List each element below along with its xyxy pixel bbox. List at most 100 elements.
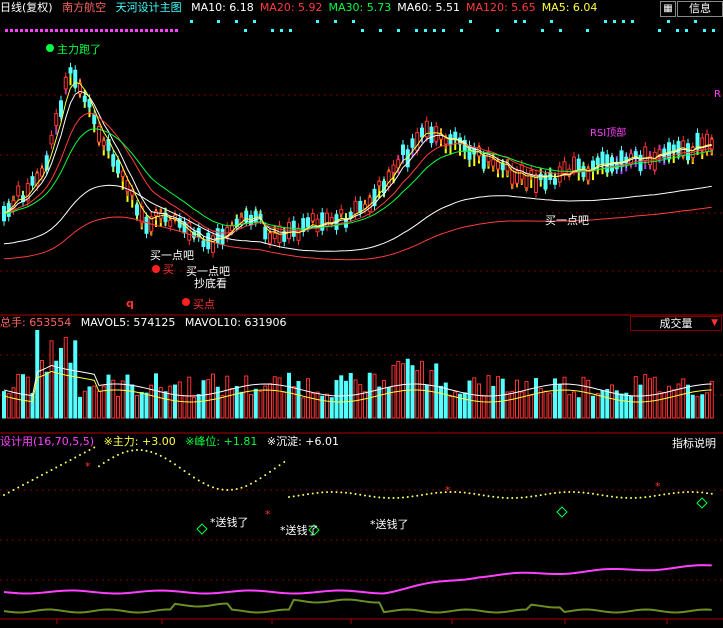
indicator-dot — [473, 492, 476, 495]
indicator-dot — [41, 474, 43, 476]
candle — [377, 180, 382, 187]
indicator-dot — [240, 486, 243, 489]
indicator-explain-button[interactable]: 指标说明 — [672, 435, 716, 451]
signal-dot — [559, 29, 562, 32]
candle — [443, 137, 448, 145]
annotation-send-money: *送钱了 — [210, 516, 249, 529]
candle — [429, 126, 434, 143]
signal-dot — [442, 29, 445, 32]
indicator-dot — [235, 488, 238, 491]
volume-bar — [287, 372, 291, 419]
volume-bar — [681, 378, 686, 419]
candle — [211, 235, 215, 253]
signal-dot — [550, 20, 553, 23]
stock-name: 南方航空 — [62, 1, 107, 14]
indicator-dot — [653, 494, 656, 497]
volume-bar — [306, 378, 310, 419]
volume-bar — [320, 395, 325, 419]
period-label[interactable]: 日线(复权) — [0, 1, 53, 14]
indicator-dot — [349, 492, 352, 495]
indicator-dot — [592, 492, 594, 495]
candle — [339, 209, 344, 215]
indicator-dot — [492, 495, 495, 498]
indicator-dot — [535, 494, 537, 497]
diamond-marker — [556, 506, 568, 518]
volume-bar — [163, 391, 168, 419]
indicator-dot — [302, 493, 305, 496]
volume-bar — [116, 396, 120, 419]
ma-legend-item: MA5: 6.04 — [541, 1, 598, 14]
volume-bar — [211, 373, 215, 419]
volume-bar — [515, 379, 519, 419]
indicator-dot — [630, 496, 632, 499]
volume-bar — [562, 376, 567, 419]
volume-selector-label: 成交量 — [659, 317, 693, 330]
indicator-dot — [22, 484, 24, 486]
volume-bar — [581, 376, 586, 419]
indicator-dot — [145, 449, 148, 452]
signal-dot — [130, 29, 133, 32]
volume-bar — [510, 390, 515, 419]
peak-value: ※峰位: +1.81 — [185, 435, 258, 448]
indicator-dot — [549, 492, 552, 495]
volume-bar — [700, 394, 705, 419]
volume-bar — [367, 372, 372, 419]
signal-dot — [140, 29, 143, 32]
volume-bar — [206, 379, 211, 419]
volume-bar — [633, 376, 638, 419]
volume-selector[interactable]: 成交量 ▼ — [630, 316, 722, 331]
volume-bar — [187, 376, 192, 419]
candle — [63, 76, 68, 90]
signal-dot — [170, 29, 173, 32]
indicator-dot — [231, 488, 233, 491]
candle — [116, 160, 120, 174]
volume-bar — [686, 384, 690, 419]
indicator-dot — [387, 496, 390, 499]
indicator-dot — [311, 492, 314, 495]
volume-bar — [453, 391, 458, 419]
statistics-icon[interactable]: ▦ — [660, 1, 676, 17]
volume-bar — [709, 380, 714, 419]
signal-dot — [361, 29, 364, 32]
chevron-down-icon: ▼ — [711, 318, 718, 328]
indicator-dot — [520, 496, 523, 499]
ma-legend-item: MA60: 5.51 — [397, 1, 460, 14]
signal-dot — [40, 29, 43, 32]
signal-dot — [496, 29, 499, 32]
signal-dot — [80, 29, 83, 32]
indicator-dot — [221, 488, 224, 491]
volume-bar — [586, 379, 591, 419]
signal-dot — [165, 29, 168, 32]
indicator-dot — [530, 495, 533, 498]
indicator-dot — [392, 496, 395, 499]
signal-dot — [60, 29, 63, 32]
candle — [500, 163, 505, 171]
indicator-dot — [354, 492, 357, 495]
indicator-dot — [174, 463, 176, 466]
volume-bar — [567, 394, 572, 419]
price-panel-header: 日线(复权) 南方航空 天河设计主图 MA10: 6.18 MA20: 5.92 M… — [0, 0, 609, 16]
indicator-dot — [582, 491, 585, 494]
volume-bar — [662, 391, 667, 419]
indicator-dot — [188, 473, 191, 476]
indicator-dot — [259, 477, 262, 480]
signal-dot — [658, 29, 661, 32]
indicator-dot — [463, 491, 466, 494]
indicator-dot — [31, 479, 34, 481]
indicator-dot — [373, 495, 376, 498]
info-button[interactable]: 信息 — [677, 1, 723, 17]
volume-bar — [671, 389, 676, 419]
indicator-dot — [269, 470, 271, 473]
candle — [572, 156, 576, 171]
indicator-dot — [454, 491, 457, 494]
indicator-dot — [245, 484, 248, 487]
annotation-main-run: 主力跑了 — [57, 43, 101, 56]
indicator-dot — [45, 471, 48, 474]
candle — [49, 134, 54, 145]
volume-bar — [234, 386, 239, 419]
signal-dot — [120, 29, 123, 32]
candle — [553, 178, 557, 185]
signal-dot — [70, 29, 73, 32]
indicator-dot — [107, 458, 110, 461]
candle — [410, 138, 415, 148]
